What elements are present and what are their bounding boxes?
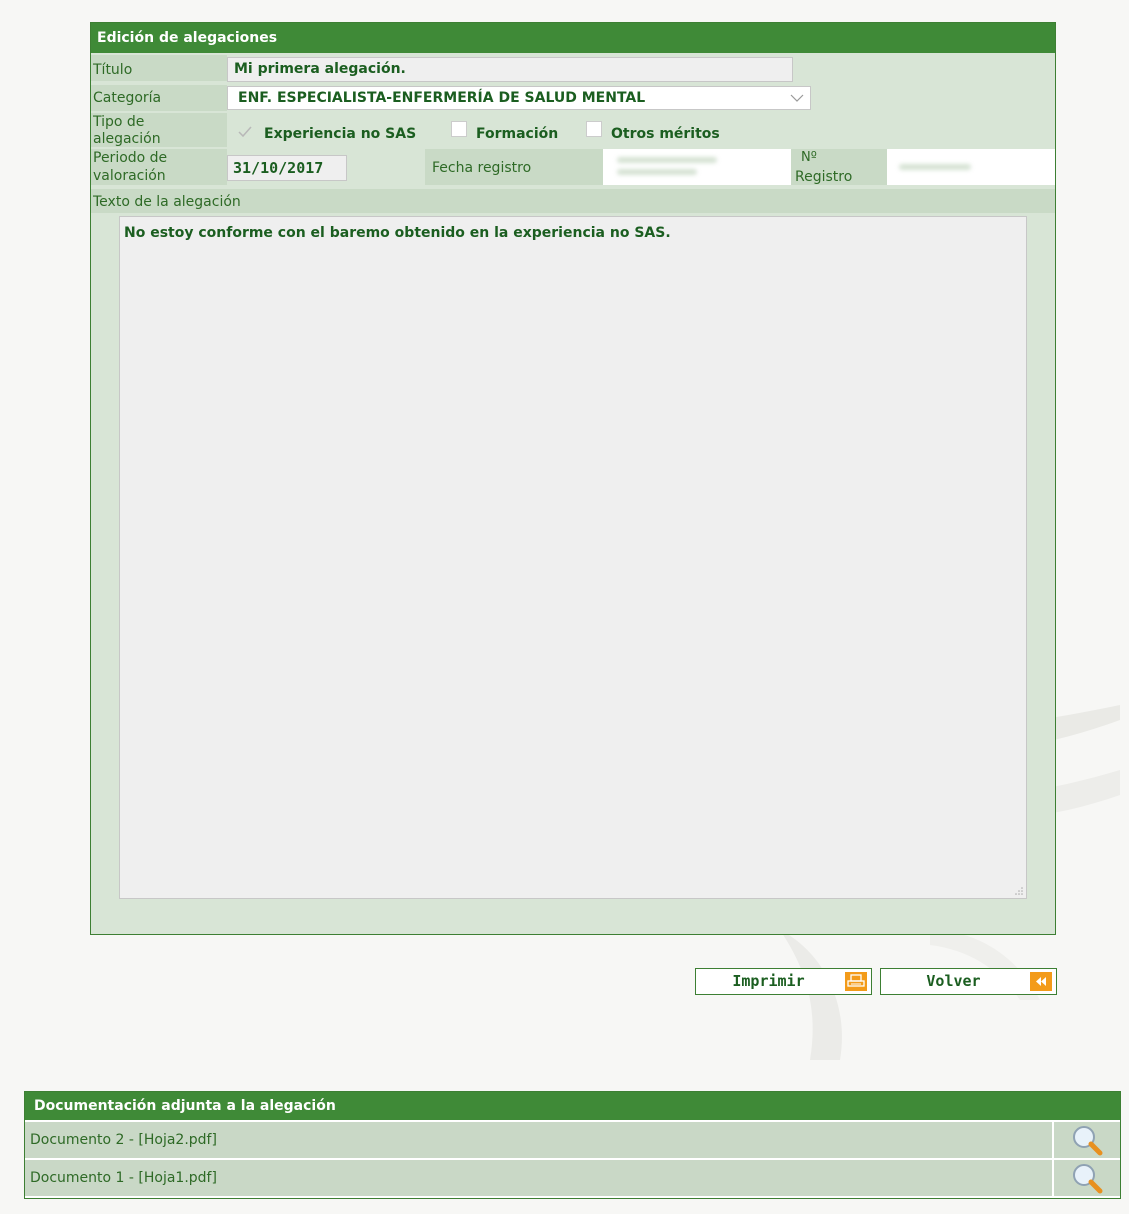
list-item: Documento 1 - [Hoja1.pdf] xyxy=(25,1158,1120,1196)
magnifier-icon xyxy=(1073,1126,1103,1156)
numero-registro-value xyxy=(887,149,1055,185)
view-document-button[interactable] xyxy=(1052,1122,1120,1158)
view-document-button[interactable] xyxy=(1052,1160,1120,1196)
checkbox-experiencia-no-sas[interactable] xyxy=(236,123,252,139)
texto-alegacion-textarea[interactable]: No estoy conforme con el baremo obtenido… xyxy=(119,216,1027,899)
texto-alegacion-value: No estoy conforme con el baremo obtenido… xyxy=(124,225,671,241)
volver-label: Volver xyxy=(926,972,981,990)
imprimir-label: Imprimir xyxy=(732,972,805,990)
document-name: Documento 2 - [Hoja2.pdf] xyxy=(30,1132,217,1148)
label-otros-meritos: Otros méritos xyxy=(611,126,720,142)
fecha-registro-label: Fecha registro xyxy=(432,160,532,176)
fecha-registro-value xyxy=(603,149,791,185)
categoria-selected-value: ENF. ESPECIALISTA-ENFERMERÍA DE SALUD ME… xyxy=(238,90,646,106)
imprimir-button[interactable]: Imprimir xyxy=(695,968,872,995)
categoria-select[interactable]: ENF. ESPECIALISTA-ENFERMERÍA DE SALUD ME… xyxy=(227,86,811,110)
categoria-label: Categoría xyxy=(93,90,162,106)
registro-label-line2: Registro xyxy=(795,169,853,185)
rewind-icon xyxy=(1030,972,1052,991)
tipo-label-line2: alegación xyxy=(93,131,161,147)
checkbox-formacion[interactable] xyxy=(451,121,467,137)
resize-grip-icon[interactable] xyxy=(1013,885,1023,895)
edicion-alegaciones-panel: Edición de alegaciones Título Mi primera… xyxy=(90,22,1056,935)
label-experiencia-no-sas: Experiencia no SAS xyxy=(264,126,417,142)
checkbox-otros-meritos[interactable] xyxy=(586,121,602,137)
titulo-field[interactable]: Mi primera alegación. xyxy=(227,57,793,82)
texto-alegacion-label: Texto de la alegación xyxy=(93,194,241,210)
panel-title: Edición de alegaciones xyxy=(91,23,1055,53)
magnifier-icon xyxy=(1073,1164,1103,1194)
docs-title: Documentación adjunta a la alegación xyxy=(25,1092,1120,1120)
documentacion-adjunta-panel: Documentación adjunta a la alegación Doc… xyxy=(24,1091,1121,1199)
printer-icon xyxy=(845,972,867,991)
periodo-valoracion-field[interactable]: 31/10/2017 xyxy=(227,155,347,181)
label-formacion: Formación xyxy=(476,126,559,142)
list-item: Documento 2 - [Hoja2.pdf] xyxy=(25,1120,1120,1158)
registro-label-line1: Nº xyxy=(801,150,817,165)
periodo-label-line2: valoración xyxy=(93,168,166,184)
chevron-down-icon xyxy=(790,94,804,102)
tipo-label-line1: Tipo de xyxy=(93,114,145,130)
document-name: Documento 1 - [Hoja1.pdf] xyxy=(30,1170,217,1186)
checkmark-icon xyxy=(238,126,252,138)
titulo-label: Título xyxy=(93,62,133,78)
periodo-label-line1: Periodo de xyxy=(93,150,168,166)
volver-button[interactable]: Volver xyxy=(880,968,1057,995)
